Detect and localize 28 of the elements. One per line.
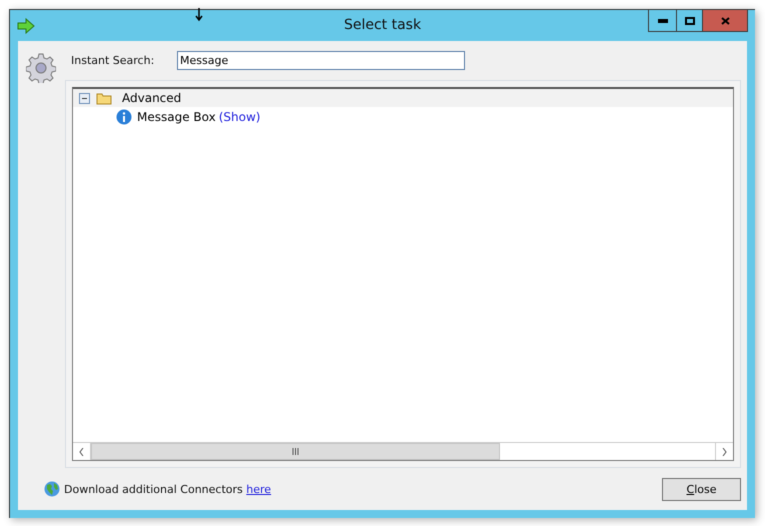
close-icon [720, 16, 730, 24]
download-text: Download additional Connectors here [64, 482, 272, 496]
close-button[interactable] [702, 10, 748, 32]
chevron-left-icon [79, 448, 84, 456]
gear-icon [26, 53, 56, 83]
globe-icon [44, 481, 60, 497]
maximize-icon [684, 16, 694, 24]
minimize-button[interactable] [648, 10, 677, 32]
window-title: Select task [344, 17, 422, 33]
horizontal-scrollbar[interactable] [73, 442, 733, 460]
info-icon [116, 109, 132, 125]
folder-icon [96, 92, 112, 104]
collapse-icon[interactable] [79, 92, 90, 104]
minimize-icon [658, 18, 668, 22]
tree-item-label[interactable]: Message Box [137, 110, 216, 124]
tree-item-label: Advanced [122, 91, 182, 105]
search-field[interactable]: Message [177, 50, 465, 70]
cursor-icon [194, 8, 204, 22]
close-dialog-button[interactable]: Close [662, 478, 741, 500]
scroll-thumb[interactable] [91, 443, 500, 460]
tree-item[interactable]: Advanced [73, 89, 733, 107]
maximize-button[interactable] [676, 10, 703, 32]
chevron-right-icon [722, 448, 727, 456]
grip-icon [292, 448, 299, 455]
show-link[interactable]: (Show) [218, 110, 260, 124]
search-label: Instant Search: [71, 54, 156, 66]
arrow-icon [17, 18, 35, 34]
here-link[interactable]: here [246, 482, 272, 496]
